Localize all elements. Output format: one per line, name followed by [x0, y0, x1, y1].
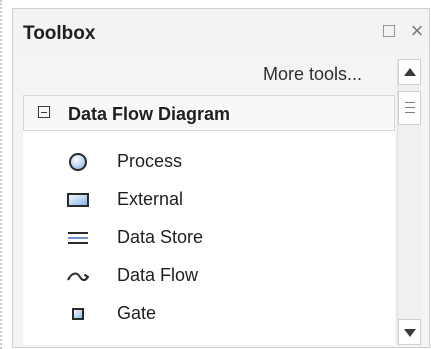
- grip-icon: [405, 102, 415, 114]
- maximize-icon: □: [382, 20, 396, 42]
- toolbox-content: Data Flow Diagram Process External Data …: [23, 95, 395, 345]
- gate-icon: [65, 303, 91, 325]
- vertical-scrollbar[interactable]: [397, 59, 421, 345]
- process-icon: [65, 151, 91, 173]
- close-icon: ×: [410, 18, 424, 43]
- toolbox-panel: Toolbox □ × More tools... Data Flow Diag…: [12, 8, 430, 348]
- toolbox-item-label: Gate: [117, 303, 157, 323]
- dock-edge-dotted-border: [0, 0, 6, 349]
- toolbox-item-label: External: [117, 189, 184, 209]
- external-icon: [65, 189, 91, 211]
- data-store-icon: [65, 227, 91, 249]
- scroll-down-button[interactable]: [398, 319, 421, 345]
- toolbox-titlebar: Toolbox □ ×: [13, 9, 429, 53]
- close-button[interactable]: ×: [405, 19, 429, 43]
- toolbox-item-data-flow[interactable]: Data Flow: [23, 257, 395, 295]
- toolbox-title: Toolbox: [23, 23, 96, 44]
- scroll-up-button[interactable]: [398, 59, 421, 85]
- toolbox-item-label: Process: [117, 151, 183, 171]
- toolbox-item-gate[interactable]: Gate: [23, 295, 395, 333]
- scroll-thumb[interactable]: [398, 91, 421, 125]
- toolbox-item-data-store[interactable]: Data Store: [23, 219, 395, 257]
- data-flow-icon: [65, 265, 91, 287]
- group-header-data-flow-diagram[interactable]: Data Flow Diagram: [23, 95, 395, 131]
- toolbox-item-process[interactable]: Process: [23, 143, 395, 181]
- more-tools-link[interactable]: More tools...: [263, 64, 362, 85]
- toolbox-item-external[interactable]: External: [23, 181, 395, 219]
- maximize-button[interactable]: □: [377, 19, 401, 43]
- toolbox-item-label: Data Store: [117, 227, 204, 247]
- group-label: Data Flow Diagram: [68, 104, 231, 124]
- collapse-toggle-icon[interactable]: [38, 106, 50, 118]
- toolbox-items: Process External Data Store Data Flow Ga…: [23, 143, 395, 343]
- toolbox-item-label: Data Flow: [117, 265, 199, 285]
